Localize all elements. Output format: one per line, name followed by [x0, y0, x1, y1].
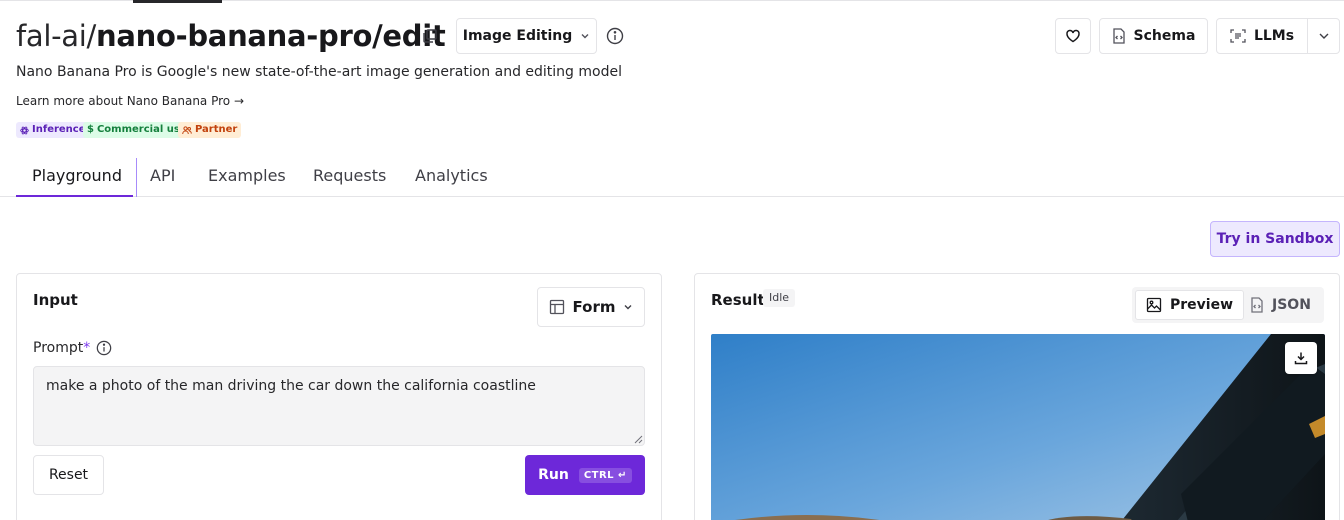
heart-icon: [1066, 29, 1080, 43]
active-tab-indicator: [16, 195, 133, 197]
badge-commercial-use: $ Commercial use: [83, 122, 191, 138]
status-badge: Idle: [763, 289, 796, 307]
run-shortcut: CTRL ↵: [578, 467, 632, 483]
copy-icon[interactable]: [421, 27, 439, 45]
atom-icon: [20, 126, 29, 134]
chevron-down-icon: [1319, 33, 1328, 39]
badge-partner: Partner: [178, 122, 242, 138]
schema-label: Schema: [1133, 28, 1196, 44]
category-label: Image Editing: [462, 28, 573, 44]
json-tab[interactable]: JSON: [1240, 290, 1321, 320]
file-code-icon: [1251, 297, 1263, 313]
result-panel-title: Result: [711, 291, 765, 309]
run-label: Run: [538, 467, 569, 483]
badge-label: Inference: [32, 124, 86, 135]
prompt-input[interactable]: make a photo of the man driving the car …: [33, 366, 645, 446]
favorite-button[interactable]: [1055, 18, 1091, 54]
info-icon[interactable]: [96, 340, 112, 356]
badge-label: Partner: [195, 124, 238, 135]
input-panel-title: Input: [33, 291, 78, 309]
file-code-icon: [1112, 28, 1125, 44]
info-icon[interactable]: [606, 27, 624, 45]
result-view-toggle: Preview JSON: [1132, 287, 1324, 323]
download-button[interactable]: [1285, 342, 1317, 374]
reset-button[interactable]: Reset: [33, 455, 104, 495]
chevron-down-icon: [581, 34, 589, 39]
tab-requests[interactable]: Requests: [313, 166, 386, 186]
preview-label: Preview: [1170, 297, 1234, 313]
scan-text-icon: [1230, 29, 1246, 43]
tab-api[interactable]: API: [150, 166, 175, 186]
badge-inference: Inference: [16, 122, 90, 138]
form-mode-label: Form: [572, 298, 616, 316]
chevron-down-icon: [624, 305, 632, 310]
run-button[interactable]: Run CTRL ↵: [525, 455, 645, 495]
page-title: fal-ai/nano-banana-pro/edit: [16, 18, 446, 54]
model-name: nano-banana-pro/edit: [96, 19, 446, 53]
category-dropdown[interactable]: Image Editing: [456, 18, 597, 54]
llms-menu-toggle[interactable]: [1307, 18, 1340, 54]
image-icon: [1146, 297, 1162, 313]
download-icon: [1294, 352, 1308, 365]
schema-button[interactable]: Schema: [1099, 18, 1208, 54]
model-owner: fal-ai/: [16, 19, 97, 53]
preview-tab[interactable]: Preview: [1135, 290, 1245, 320]
tab-playground[interactable]: Playground: [32, 166, 122, 186]
result-image: [711, 334, 1325, 520]
layout-icon: [549, 299, 564, 315]
try-in-sandbox-button[interactable]: Try in Sandbox: [1210, 221, 1340, 257]
badge-label: Commercial use: [96, 124, 187, 135]
dollar-icon: $: [87, 124, 94, 135]
tab-bar: Playground API Examples Requests Analyti…: [0, 158, 1344, 197]
top-active-indicator: [133, 0, 222, 3]
result-panel: Result Idle Preview JSON: [694, 273, 1340, 520]
prompt-label: Prompt *: [33, 340, 112, 356]
resize-handle-icon[interactable]: [633, 434, 643, 444]
users-icon: [182, 125, 192, 134]
input-panel: Input Form Prompt * make a photo of the …: [16, 273, 662, 520]
tab-focus-divider: [136, 158, 137, 197]
json-label: JSON: [1272, 297, 1311, 313]
tab-analytics[interactable]: Analytics: [415, 166, 488, 186]
prompt-value: make a photo of the man driving the car …: [46, 378, 536, 394]
model-description: Nano Banana Pro is Google's new state-of…: [16, 64, 622, 80]
tab-examples[interactable]: Examples: [208, 166, 286, 186]
llms-label: LLMs: [1253, 28, 1295, 44]
required-marker: *: [83, 340, 91, 356]
form-mode-dropdown[interactable]: Form: [537, 287, 645, 327]
prompt-label-text: Prompt: [33, 340, 84, 356]
llms-button[interactable]: LLMs: [1216, 18, 1308, 54]
learn-more-link[interactable]: Learn more about Nano Banana Pro →: [16, 93, 244, 109]
